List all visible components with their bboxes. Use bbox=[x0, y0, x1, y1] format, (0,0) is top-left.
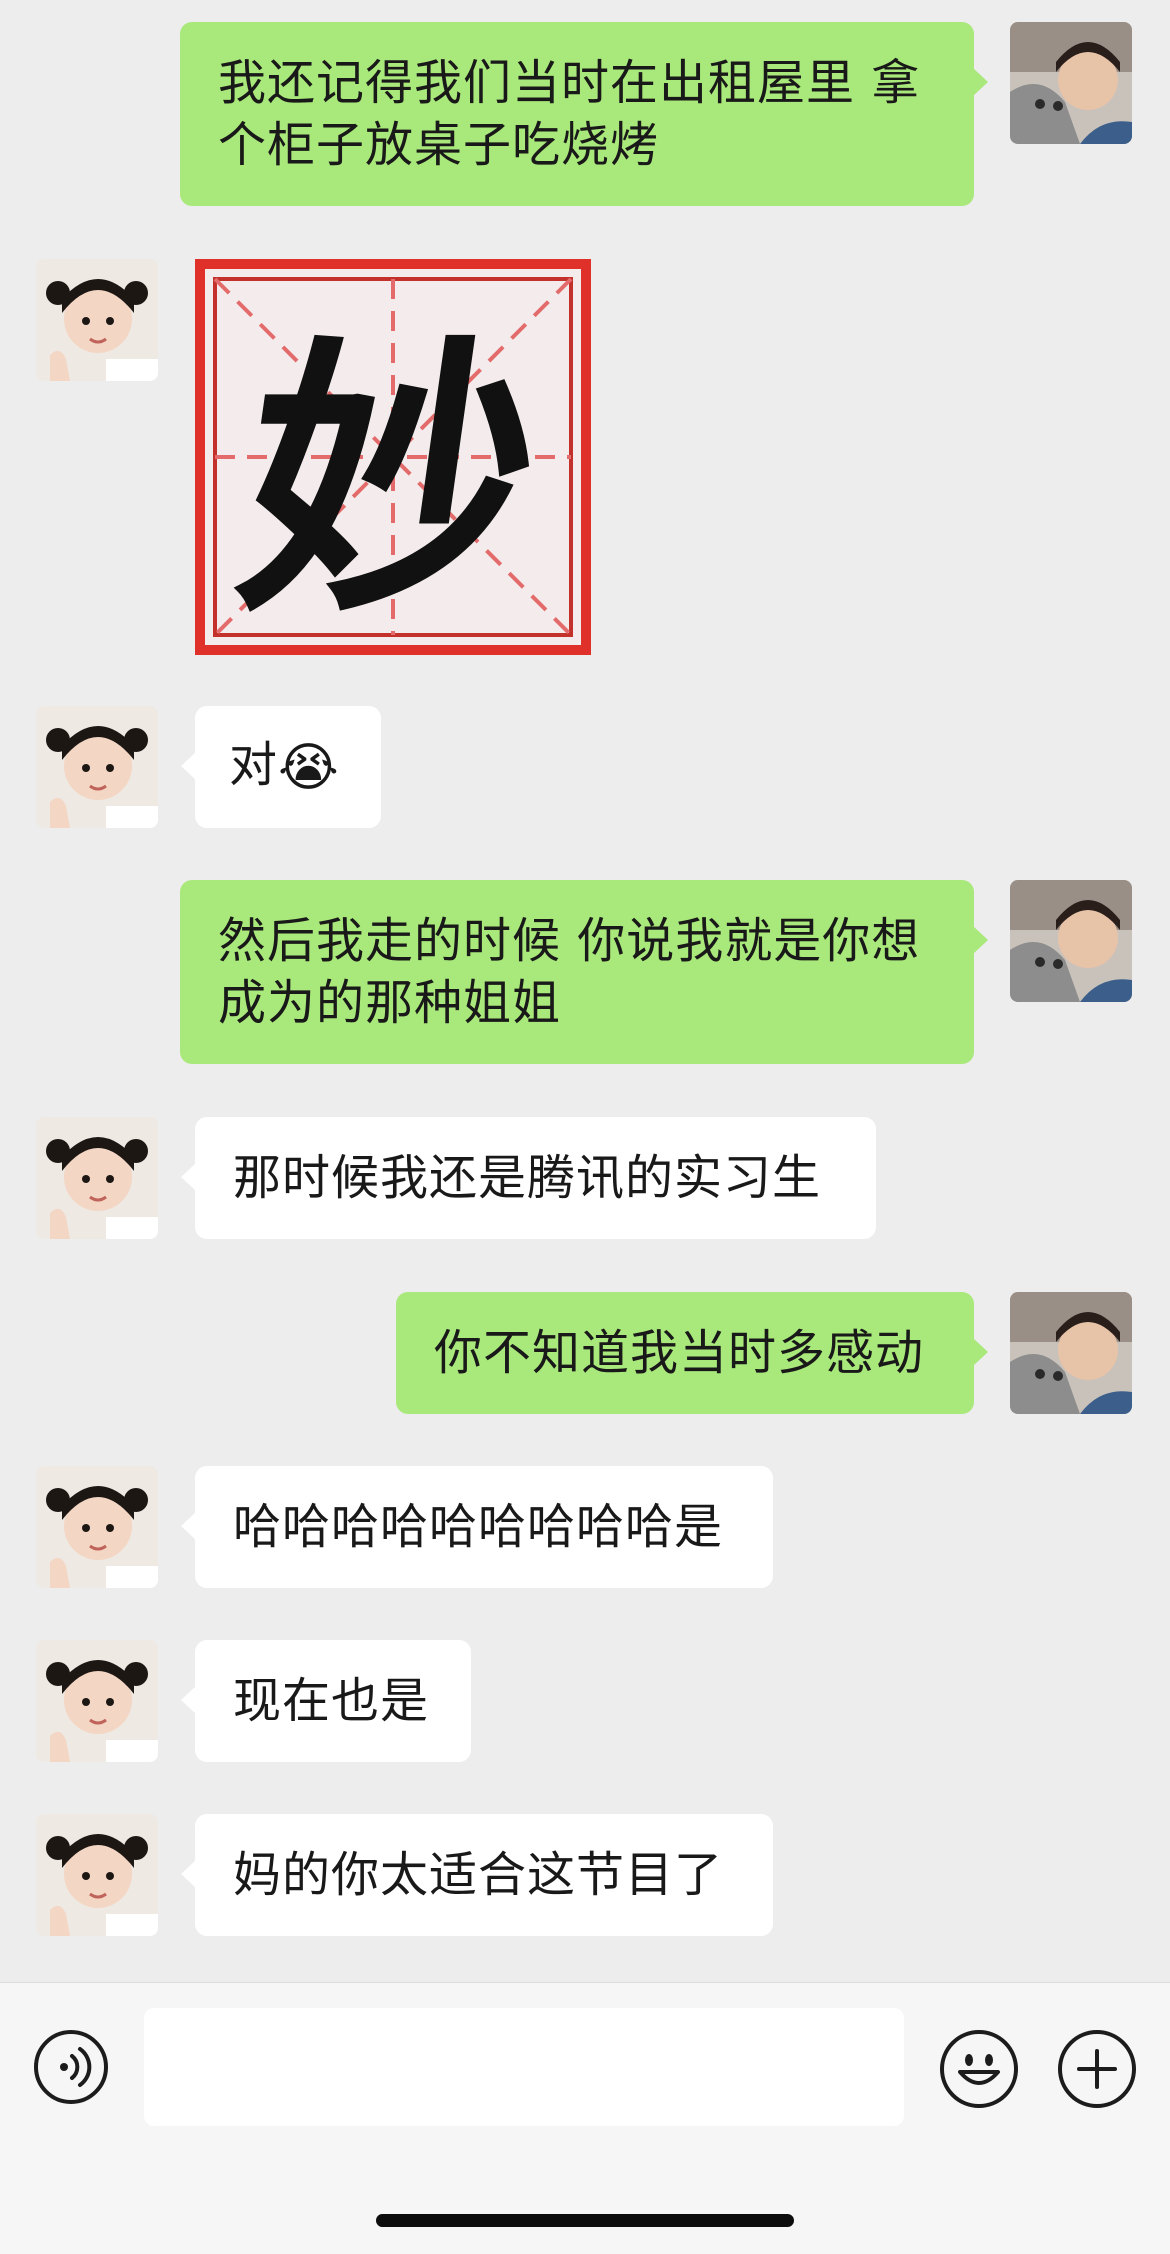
message-bubble-sent[interactable]: 我还记得我们当时在出租屋里 拿个柜子放桌子吃烧烤 bbox=[180, 22, 988, 206]
crying-emoji-icon: 😭 bbox=[278, 738, 340, 798]
message-text: 我还记得我们当时在出租屋里 拿个柜子放桌子吃烧烤 bbox=[218, 55, 921, 173]
contact-avatar[interactable] bbox=[36, 259, 158, 381]
message-bubble-received[interactable]: 对😭 bbox=[181, 706, 381, 828]
message-bubble-received[interactable]: 那时候我还是腾讯的实习生 bbox=[181, 1117, 876, 1239]
message-text: 对 bbox=[229, 737, 279, 793]
message-bubble-received[interactable]: 现在也是 bbox=[181, 1640, 471, 1762]
message-text: 现在也是 bbox=[233, 1673, 430, 1729]
contact-avatar[interactable] bbox=[36, 1117, 158, 1239]
contact-avatar[interactable] bbox=[36, 1814, 158, 1936]
sticker-image[interactable]: 妙 bbox=[195, 259, 591, 655]
plus-icon bbox=[1077, 2049, 1117, 2089]
home-indicator[interactable] bbox=[376, 2214, 794, 2227]
contact-avatar[interactable] bbox=[36, 1640, 158, 1762]
message-text: 那时候我还是腾讯的实习生 bbox=[233, 1150, 822, 1206]
emoji-button[interactable] bbox=[940, 2030, 1018, 2108]
message-text: 然后我走的时候 你说我就是你想成为的那种姐姐 bbox=[218, 913, 921, 1031]
sticker-character: 妙 bbox=[220, 312, 559, 652]
my-avatar[interactable] bbox=[1010, 22, 1132, 144]
contact-avatar[interactable] bbox=[36, 706, 158, 828]
message-input[interactable] bbox=[144, 2008, 904, 2126]
message-text: 你不知道我当时多感动 bbox=[434, 1325, 925, 1381]
message-bubble-sent[interactable]: 然后我走的时候 你说我就是你想成为的那种姐姐 bbox=[180, 880, 988, 1064]
message-bubble-sent[interactable]: 你不知道我当时多感动 bbox=[396, 1292, 988, 1414]
voice-icon bbox=[60, 2047, 92, 2087]
my-avatar[interactable] bbox=[1010, 1292, 1132, 1414]
emoji-icon bbox=[958, 2054, 1000, 2085]
voice-button[interactable] bbox=[34, 2030, 108, 2104]
message-bubble-received[interactable]: 妈的你太适合这节目了 bbox=[181, 1814, 773, 1936]
contact-avatar[interactable] bbox=[36, 1466, 158, 1588]
more-button[interactable] bbox=[1058, 2030, 1136, 2108]
message-text: 哈哈哈哈哈哈哈哈哈是 bbox=[233, 1499, 724, 1555]
message-bubble-received[interactable]: 哈哈哈哈哈哈哈哈哈是 bbox=[181, 1466, 773, 1588]
message-text: 妈的你太适合这节目了 bbox=[233, 1847, 724, 1903]
my-avatar[interactable] bbox=[1010, 880, 1132, 1002]
